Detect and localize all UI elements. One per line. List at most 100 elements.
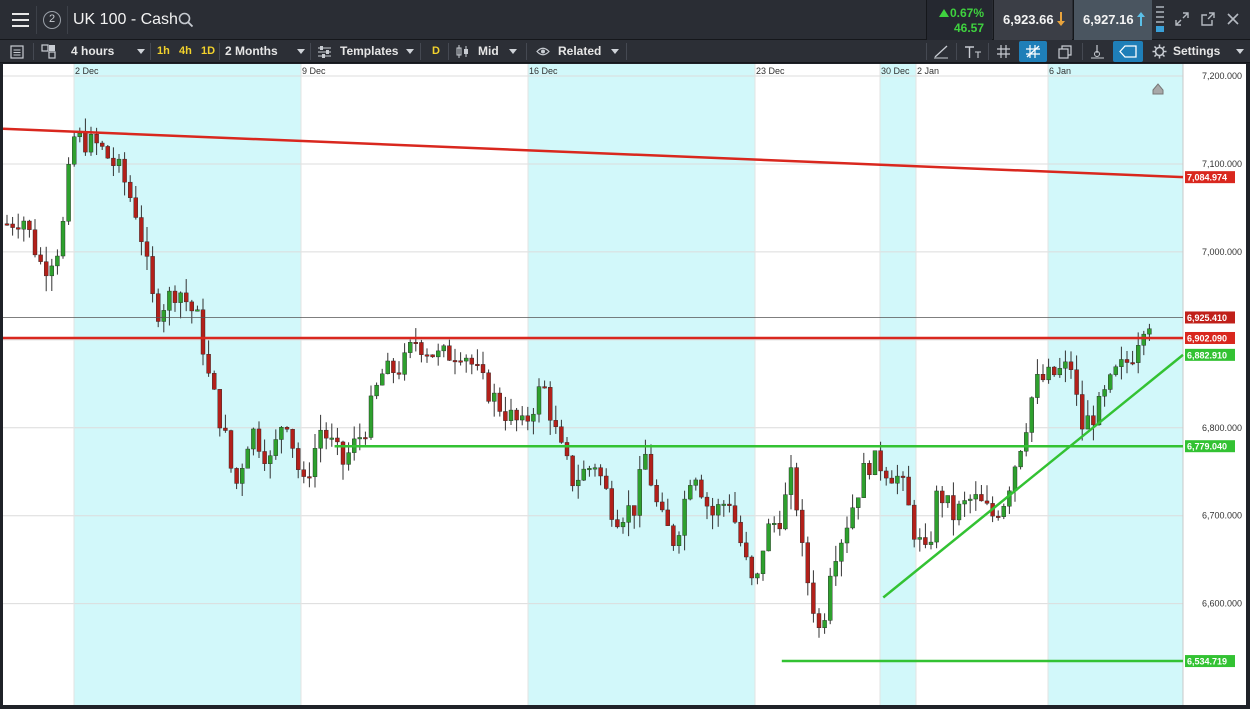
candle-down <box>335 437 340 443</box>
quick-interval-1d[interactable]: 1D <box>201 40 215 63</box>
candlestick-chart[interactable]: 2 Dec 9 Dec 16 Dec 23 Dec 30 Dec 2 Jan 6 Jan 7,… <box>3 64 1246 705</box>
quick-interval-1h[interactable]: 1h <box>157 40 170 63</box>
sell-price-button[interactable]: 6,923.66 <box>993 0 1072 40</box>
candle-down <box>497 392 502 412</box>
candle-down <box>122 158 127 183</box>
divider <box>150 43 151 60</box>
candle-up <box>760 550 766 574</box>
close-icon[interactable] <box>1227 13 1239 25</box>
date-tick-label: 16 Dec <box>529 66 558 76</box>
candle-down <box>665 509 670 526</box>
candle-down <box>256 428 262 452</box>
divider <box>626 43 627 60</box>
candle-up <box>917 537 922 540</box>
candle-down <box>889 477 894 484</box>
divider <box>67 6 68 34</box>
crosshair-icon[interactable] <box>1025 44 1041 59</box>
price-type-dropdown[interactable]: Mid <box>478 40 499 63</box>
candle-down <box>206 353 211 374</box>
text-tool-icon[interactable] <box>964 45 982 59</box>
candle-down <box>83 132 88 153</box>
divider <box>448 43 449 60</box>
layout-icon[interactable] <box>41 44 56 59</box>
candle-up <box>1147 328 1152 335</box>
date-tick-label: 9 Dec <box>302 66 326 76</box>
candle-up <box>1001 506 1006 517</box>
search-icon[interactable] <box>178 12 194 28</box>
candle-down <box>284 427 290 430</box>
candle-down <box>525 415 530 422</box>
candle-down <box>1051 366 1057 376</box>
related-dropdown[interactable]: Related <box>558 40 601 63</box>
price-tick-label: 6,700.000 <box>1202 511 1242 521</box>
candle-down <box>234 468 239 484</box>
list-icon[interactable] <box>10 45 24 59</box>
expand-icon[interactable] <box>1174 11 1190 27</box>
candle-up <box>374 384 379 397</box>
scroll-icon[interactable] <box>1155 5 1165 35</box>
candle-up <box>312 448 318 477</box>
d-badge[interactable]: D <box>432 40 440 63</box>
candle-up <box>161 310 167 322</box>
sell-price: 6,923.66 <box>1003 12 1054 27</box>
candle-down <box>738 521 743 544</box>
interval-dropdown[interactable]: 4 hours <box>71 40 114 63</box>
candle-up <box>828 575 833 621</box>
chevron-down-icon <box>297 49 305 54</box>
templates-icon <box>318 46 331 58</box>
hamburger-menu-icon[interactable] <box>6 6 36 34</box>
candle-down <box>290 429 295 449</box>
candle-up <box>844 527 850 544</box>
bottom-border <box>0 705 1250 709</box>
templates-dropdown[interactable]: Templates <box>340 40 398 63</box>
divider <box>36 6 37 34</box>
candle-up <box>1102 389 1107 397</box>
candle-down <box>189 301 195 312</box>
popout-icon[interactable] <box>1200 11 1216 27</box>
window-controls <box>1152 0 1250 40</box>
workspace-count-badge[interactable]: 2 <box>43 11 61 29</box>
candle-down <box>419 342 424 355</box>
candles-icon <box>456 45 468 58</box>
candle-down <box>458 360 463 363</box>
indicator-icon[interactable] <box>1090 44 1105 59</box>
quick-interval-4h[interactable]: 4h <box>179 40 192 63</box>
line-tool-icon[interactable] <box>933 44 949 59</box>
divider <box>526 43 527 60</box>
buy-price-button[interactable]: 6,927.16 <box>1073 0 1152 40</box>
settings-dropdown[interactable]: Settings <box>1173 40 1220 63</box>
candle-down <box>615 519 620 528</box>
candle-down <box>542 386 547 389</box>
grid-icon[interactable] <box>996 44 1011 59</box>
candle-down <box>704 496 710 507</box>
candle-down <box>777 523 782 530</box>
candle-up <box>402 352 407 375</box>
market-title[interactable]: UK 100 - Cash <box>73 11 178 29</box>
candle-down <box>660 501 665 511</box>
candle-down <box>10 223 15 228</box>
range-dropdown[interactable]: 2 Months <box>225 40 278 63</box>
chevron-down-icon <box>406 49 414 54</box>
candle-down <box>1130 362 1135 365</box>
layers-icon[interactable] <box>1058 44 1074 59</box>
candle-down <box>732 505 738 523</box>
price-chart[interactable]: 2 Dec 9 Dec 16 Dec 23 Dec 30 Dec 2 Jan 6 Jan 7,… <box>3 64 1246 705</box>
candle-down <box>44 261 49 277</box>
candle-up <box>49 265 54 277</box>
price-label-text: 6,534.719 <box>1187 657 1227 667</box>
price-label-text: 6,779.040 <box>1187 442 1227 452</box>
chart-toolbar: 4 hours 1h 4h 1D 2 Months Templates D Mi… <box>0 40 1250 63</box>
candle-down <box>553 420 558 427</box>
tag-icon[interactable] <box>1119 45 1137 58</box>
candle-up <box>1141 333 1147 346</box>
date-tick-label: 2 Dec <box>75 66 99 76</box>
candle-down <box>363 437 368 440</box>
candle-down <box>884 470 889 479</box>
candle-down <box>794 467 799 511</box>
candle-up <box>783 494 788 530</box>
candle-up <box>592 467 598 470</box>
candle-up <box>245 448 251 469</box>
settings-gear-icon[interactable] <box>1152 44 1167 59</box>
candle-down <box>699 479 704 498</box>
candle-up <box>945 495 950 504</box>
